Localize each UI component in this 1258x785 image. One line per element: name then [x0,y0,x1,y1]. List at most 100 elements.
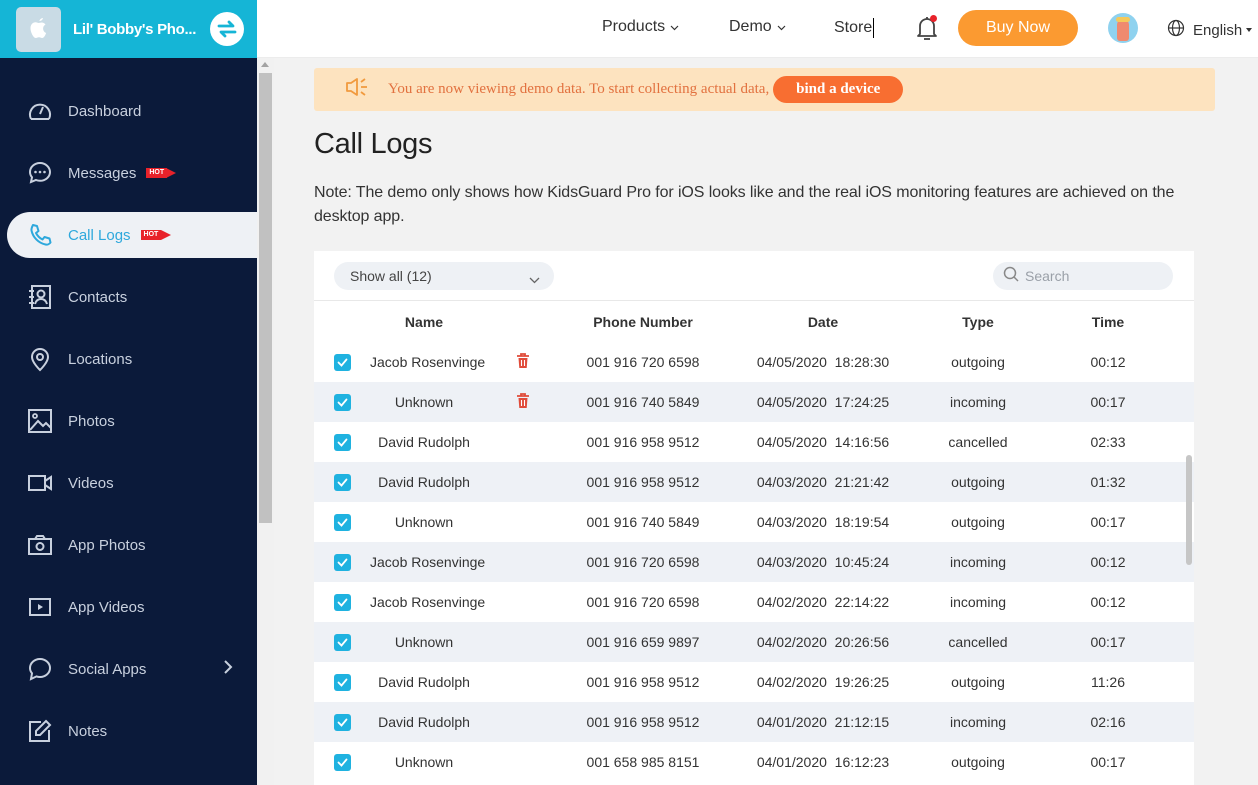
table-row[interactable]: Unknown 001 916 740 5849 04/03/2020 18:1… [314,502,1194,542]
sidebar-item-locations[interactable]: Locations [0,336,257,382]
sidebar-item-app-videos[interactable]: App Videos [0,584,257,630]
trash-icon[interactable] [516,392,530,412]
row-checkbox[interactable] [333,593,351,611]
column-header-date[interactable]: Date [718,314,928,330]
cell-phone: 001 916 958 9512 [586,674,700,690]
nav-products-label: Products [602,18,666,35]
cell-type: incoming [949,554,1007,570]
search-input[interactable] [1025,268,1165,284]
sidebar-item-label: Videos [68,474,114,492]
video-camera-icon [26,469,54,497]
sidebar-item-label: Messages [68,164,137,182]
table-header: Name Phone Number Date Type Time [314,301,1194,342]
column-header-type[interactable]: Type [928,314,1028,330]
cell-time: 02:16 [1090,714,1126,730]
cell-type: outgoing [951,474,1005,490]
location-pin-icon [26,345,54,373]
row-checkbox[interactable] [333,353,351,371]
dashboard-icon [26,97,54,125]
camera-icon [26,531,54,559]
notes-icon [26,717,54,745]
speaker-icon [344,76,370,103]
table-row[interactable]: Unknown 001 658 985 8151 04/01/2020 16:1… [314,742,1194,782]
row-checkbox[interactable] [333,553,351,571]
row-checkbox[interactable] [333,673,351,691]
table-row[interactable]: Jacob Rosenvinge 001 916 720 6598 04/02/… [314,582,1194,622]
row-checkbox[interactable] [333,473,351,491]
row-checkbox[interactable] [333,753,351,771]
sidebar-item-label: App Photos [68,536,146,554]
cell-time: 00:12 [1090,554,1126,570]
cell-date: 04/02/2020 19:26:25 [756,674,890,690]
trash-icon[interactable] [516,352,530,372]
row-checkbox[interactable] [333,433,351,451]
search-box[interactable] [993,262,1173,290]
table-row[interactable]: Jacob Rosenvinge 001 916 720 6598 04/03/… [314,542,1194,582]
cell-name: Unknown [394,514,454,530]
cell-name: David Rudolph [378,714,470,730]
sidebar-item-label: Notes [68,722,108,740]
sidebar-item-dashboard[interactable]: Dashboard [0,88,257,134]
table-row[interactable]: Unknown 001 916 659 9897 04/02/2020 20:2… [314,622,1194,662]
nav-store[interactable]: Store [834,18,875,38]
sidebar-item-videos[interactable]: Videos [0,460,257,506]
cell-phone: 001 916 958 9512 [586,714,700,730]
table-scrollbar-thumb[interactable] [1186,455,1192,565]
column-header-name[interactable]: Name [370,314,478,330]
cell-date: 04/03/2020 18:19:54 [756,514,890,530]
table-toolbar: Show all (12) [314,251,1194,301]
table-row[interactable]: Jacob Rosenvinge 001 916 720 6598 04/05/… [314,342,1194,382]
language-label: English [1193,21,1243,39]
table-row[interactable]: David Rudolph 001 916 958 9512 04/03/202… [314,462,1194,502]
sidebar-item-contacts[interactable]: Contacts [0,274,257,320]
chevron-right-icon [223,659,233,679]
cell-date: 04/05/2020 17:24:25 [756,394,890,410]
sidebar-item-social-apps[interactable]: Social Apps [0,646,257,692]
sidebar-item-app-photos[interactable]: App Photos [0,522,257,568]
scrollbar-thumb[interactable] [259,73,272,523]
nav-demo-label: Demo [729,18,772,35]
cell-name: David Rudolph [378,674,470,690]
bind-device-button[interactable]: bind a device [773,76,904,103]
scroll-up-arrow-icon[interactable] [261,62,269,67]
globe-icon [1167,19,1185,41]
row-checkbox[interactable] [333,393,351,411]
demo-notice-banner: You are now viewing demo data. To start … [314,68,1215,111]
contacts-icon [26,283,54,311]
nav-products[interactable]: Products [602,18,679,36]
messages-icon [26,159,54,187]
sidebar-item-label: Photos [68,412,115,430]
sidebar-item-notes[interactable]: Notes [0,708,257,754]
hot-badge: HOT [140,230,171,240]
switch-device-icon[interactable] [210,12,244,46]
cell-type: outgoing [951,674,1005,690]
language-selector[interactable]: English [1167,19,1253,41]
row-checkbox[interactable] [333,513,351,531]
avatar[interactable] [1108,13,1138,43]
sidebar-item-call-logs[interactable]: Call Logs HOT [7,212,257,258]
nav-demo[interactable]: Demo [729,18,786,36]
sidebar-item-messages[interactable]: Messages HOT [0,150,257,196]
sidebar: Lil' Bobby's Pho... Dashboard Messages H… [0,0,257,785]
row-checkbox[interactable] [333,713,351,731]
call-logs-panel: Show all (12) Name Phone Number Date Typ… [314,251,1194,785]
column-header-time[interactable]: Time [1028,314,1188,330]
table-row[interactable]: David Rudolph 001 916 958 9512 04/01/202… [314,702,1194,742]
cell-type: cancelled [948,634,1008,650]
table-row[interactable]: David Rudolph 001 916 958 9512 04/05/202… [314,422,1194,462]
buy-now-button[interactable]: Buy Now [958,10,1078,46]
text-cursor [873,18,875,38]
device-name: Lil' Bobby's Pho... [73,20,197,38]
sidebar-item-label: Dashboard [68,102,142,120]
table-row[interactable]: Unknown 001 916 740 5849 04/05/2020 17:2… [314,382,1194,422]
row-checkbox[interactable] [333,633,351,651]
cell-name: Jacob Rosenvinge [370,594,486,610]
sidebar-item-label: Contacts [68,288,128,306]
filter-dropdown[interactable]: Show all (12) [334,262,554,290]
page-scrollbar[interactable] [257,58,274,785]
search-icon [1003,266,1019,287]
column-header-phone[interactable]: Phone Number [568,314,718,330]
sidebar-item-photos[interactable]: Photos [0,398,257,444]
cell-name: David Rudolph [378,474,470,490]
table-row[interactable]: David Rudolph 001 916 958 9512 04/02/202… [314,662,1194,702]
